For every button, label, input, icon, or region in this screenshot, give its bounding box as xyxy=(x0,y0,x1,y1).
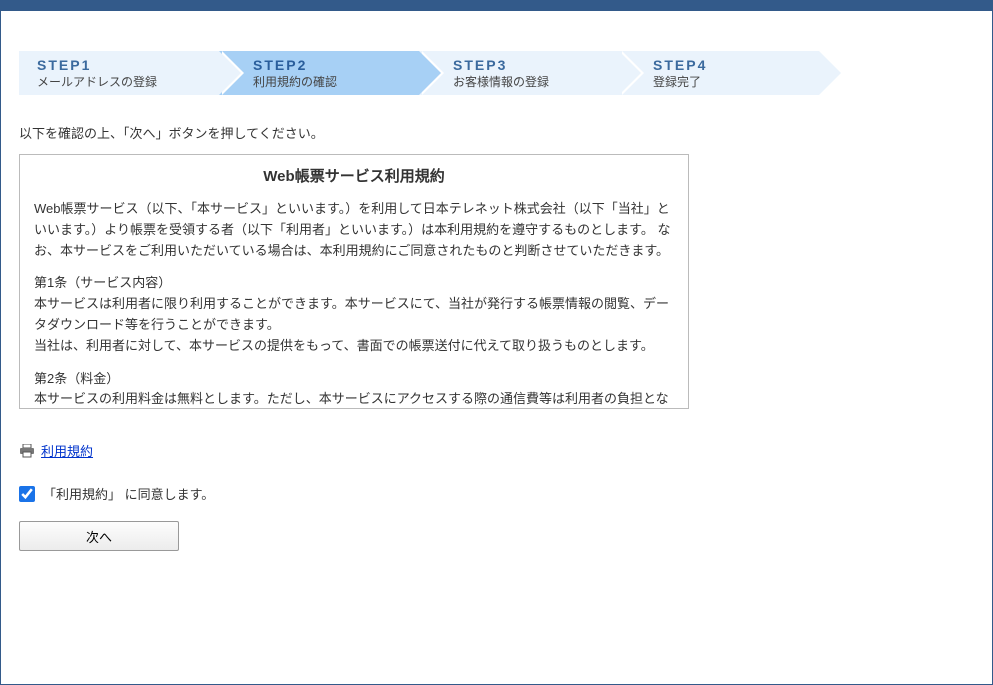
step-sub: お客様情報の登録 xyxy=(453,73,619,90)
app-frame: STEP1 メールアドレスの登録 STEP2 利用規約の確認 STEP3 お客様… xyxy=(0,0,993,685)
instruction-text: 以下を確認の上、「次へ」ボタンを押してください。 xyxy=(19,123,974,142)
agree-row: 「利用規約」 に同意します。 xyxy=(19,484,974,503)
step-title: STEP4 xyxy=(653,57,819,73)
step-4: STEP4 登録完了 xyxy=(619,51,819,95)
terms-link-row: 利用規約 xyxy=(19,441,974,460)
article-head: 第1条（サービス内容） xyxy=(34,275,171,290)
step-sub: メールアドレスの登録 xyxy=(37,73,219,90)
article-head: 第2条（料金） xyxy=(34,371,119,386)
next-button[interactable]: 次へ xyxy=(19,521,179,551)
step-1: STEP1 メールアドレスの登録 xyxy=(19,51,219,95)
terms-scrollbox[interactable]: Web帳票サービス利用規約 Web帳票サービス（以下、「本サービス」といいます。… xyxy=(19,154,689,409)
step-indicator: STEP1 メールアドレスの登録 STEP2 利用規約の確認 STEP3 お客様… xyxy=(19,51,974,95)
terms-article-2: 第2条（料金） 本サービスの利用料金は無料とします。ただし、本サービスにアクセス… xyxy=(34,369,674,409)
article-body: 本サービスの利用料金は無料とします。ただし、本サービスにアクセスする際の通信費等… xyxy=(34,391,669,409)
terms-article-1: 第1条（サービス内容） 本サービスは利用者に限り利用することができます。本サービ… xyxy=(34,273,674,356)
step-sub: 登録完了 xyxy=(653,73,819,90)
header-bar xyxy=(1,1,992,11)
article-body: 本サービスは利用者に限り利用することができます。本サービスにて、当社が発行する帳… xyxy=(34,296,669,332)
step-title: STEP2 xyxy=(253,57,419,73)
step-2: STEP2 利用規約の確認 xyxy=(219,51,419,95)
terms-intro: Web帳票サービス（以下、「本サービス」といいます。）を利用して日本テレネット株… xyxy=(34,199,674,261)
agree-label: 「利用規約」 に同意します。 xyxy=(43,484,214,503)
main-content: STEP1 メールアドレスの登録 STEP2 利用規約の確認 STEP3 お客様… xyxy=(1,11,992,571)
agree-checkbox[interactable] xyxy=(19,486,35,502)
step-sub: 利用規約の確認 xyxy=(253,73,419,90)
step-3: STEP3 お客様情報の登録 xyxy=(419,51,619,95)
step-title: STEP3 xyxy=(453,57,619,73)
article-body: 当社は、利用者に対して、本サービスの提供をもって、書面での帳票送付に代えて取り扱… xyxy=(34,338,654,353)
printer-icon xyxy=(19,444,35,458)
terms-title: Web帳票サービス利用規約 xyxy=(34,165,674,189)
step-title: STEP1 xyxy=(37,57,219,73)
terms-link[interactable]: 利用規約 xyxy=(41,441,93,460)
